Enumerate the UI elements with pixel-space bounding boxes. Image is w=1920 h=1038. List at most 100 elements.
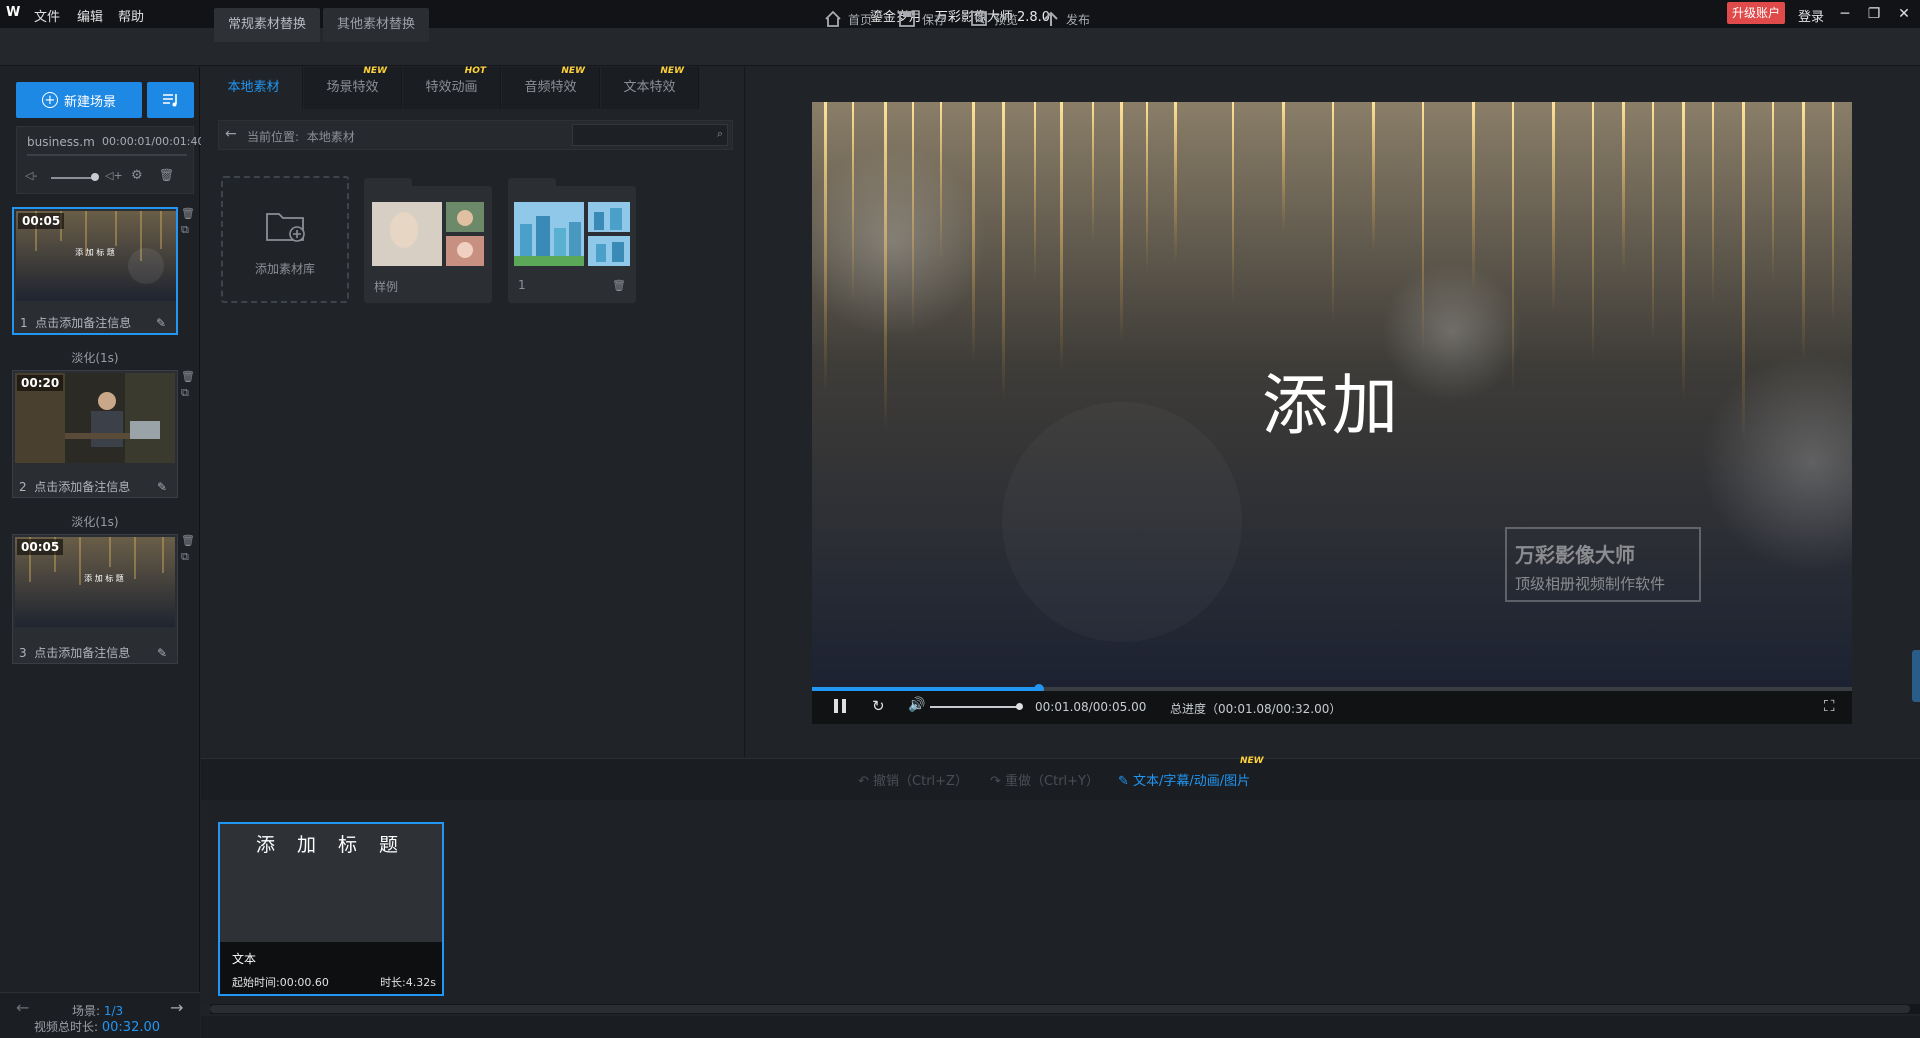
preview-icon [971,11,987,26]
media-tabs: 本地素材 场景特效 NEW 特效动画 HOT 音频特效 NEW 文本特效 NEW [205,66,743,109]
volume-down-icon[interactable]: ◁- [25,169,37,182]
scene-duration-2: 00:20 [17,375,64,391]
publish-label: 发布 [1066,12,1091,27]
preview-button[interactable]: 预览 [970,10,1018,28]
folder-sample-thumbnail [372,202,484,266]
folder-1[interactable]: 1 🗑 [508,178,636,303]
bottom-strip [201,1016,1920,1038]
music-volume-slider[interactable] [51,177,95,179]
delete-scene-icon[interactable]: 🗑 [181,370,195,383]
undo-label: 撤销（Ctrl+Z） [873,774,968,789]
horizontal-scrollbar-thumb[interactable] [210,1005,1910,1013]
tab-local-media-label: 本地素材 [227,80,280,95]
copy-scene-icon[interactable]: ⧉ [181,550,193,563]
volume-up-icon[interactable]: ◁+ [105,169,123,182]
edit-note-icon[interactable]: ✎ [157,480,171,494]
search-icon[interactable]: ⌕ [717,127,723,141]
back-arrow-icon[interactable]: ← [225,126,237,142]
scene-card-2[interactable]: 00:20 2 点击添加备注信息 ✎ [12,370,178,498]
copy-scene-icon[interactable]: ⧉ [181,223,193,236]
scene-index-1: 1 [20,316,28,330]
menu-help[interactable]: 帮助 [118,6,144,25]
folder-1-thumbnail [514,202,630,266]
tab-effect-animations[interactable]: 特效动画 HOT [403,66,501,109]
scene-note-2[interactable]: 2 点击添加备注信息 [19,478,130,495]
replay-icon[interactable]: ↻ [872,697,885,715]
volume-icon[interactable]: 🔊 [908,697,925,713]
pause-icon[interactable] [834,699,838,713]
media-search-input[interactable]: ⌕ [572,124,728,146]
pause-icon-bar[interactable] [842,699,846,713]
prev-scene-arrow-icon[interactable]: ← [16,998,29,1017]
scene-card-3[interactable]: 添 加 标 题 00:05 3 点击添加备注信息 ✎ [12,534,178,664]
scene-index-2: 2 [19,480,27,494]
save-button[interactable]: 保存 [898,10,946,28]
new-badge: NEW [660,66,684,76]
new-scene-button[interactable]: + 新建场景 [16,82,142,118]
player-volume-slider[interactable] [930,706,1020,708]
folder-tab [364,178,412,188]
tab-local-media[interactable]: 本地素材 [205,67,303,109]
add-library-tile[interactable]: 添加素材库 [221,176,349,303]
edit-note-icon[interactable]: ✎ [156,316,170,330]
side-drawer-handle[interactable] [1912,650,1920,702]
save-label: 保存 [922,12,947,27]
music-volume-knob[interactable] [91,173,99,181]
close-icon[interactable]: ✕ [1892,2,1916,26]
text-element-type: 文本 [232,952,257,966]
scene-music-list-button[interactable] [147,82,194,118]
tab-audio-effects[interactable]: 音频特效 NEW [502,66,600,109]
tab-regular-replace[interactable]: 常规素材替换 [214,8,321,42]
location-label: 当前位置: [247,130,300,144]
scene-counter-value: 1/3 [103,1004,124,1018]
scene-duration-3: 00:05 [17,539,64,555]
restore-icon[interactable]: ❐ [1862,2,1886,26]
player-volume-knob[interactable] [1016,703,1023,710]
menu-file[interactable]: 文件 [34,6,60,25]
new-badge: NEW [1240,756,1264,766]
menu-edit[interactable]: 编辑 [77,6,103,25]
tab-text-effects[interactable]: 文本特效 NEW [601,66,699,109]
publish-button[interactable]: 发布 [1042,10,1090,28]
tab-other-replace[interactable]: 其他素材替换 [323,8,430,42]
minimize-icon[interactable]: ─ [1833,2,1857,26]
scene-note-3[interactable]: 3 点击添加备注信息 [19,644,130,661]
save-icon [899,11,915,27]
video-overlay-text[interactable]: 添加 [812,352,1852,448]
transition-label-1[interactable]: 淡化(1s) [12,349,178,366]
text-element-item[interactable]: 添 加 标 题 文本 起始时间:00:00.60 时长:4.32s [218,822,444,996]
tab-text-effects-label: 文本特效 [623,80,676,95]
fullscreen-icon[interactable]: ⛶ [1824,697,1835,715]
undo-button[interactable]: ↶ 撤销（Ctrl+Z） [858,770,968,789]
home-button[interactable]: 首页 [824,10,872,28]
scene-counter-label: 场景: [72,1004,101,1018]
upgrade-account-button[interactable]: 升级账户 [1727,2,1786,24]
total-duration: 视频总时长: 00:32.00 [34,1018,160,1035]
login-link[interactable]: 登录 [1798,6,1824,25]
scene-thumb-text-3: 添 加 标 题 [84,574,124,583]
next-scene-arrow-icon[interactable]: → [170,998,183,1017]
new-badge: NEW [561,66,585,76]
media-panel [201,67,745,757]
home-icon [825,10,841,27]
edit-note-icon[interactable]: ✎ [157,646,171,660]
scene-note-1[interactable]: 1 点击添加备注信息 [20,314,131,331]
text-element-duration: 时长:4.32s [380,976,436,989]
delete-scene-icon[interactable]: 🗑 [181,207,195,220]
video-preview[interactable]: 添加 万彩影像大师 顶级相册视频制作软件 [812,102,1852,687]
watermark-title: 万彩影像大师 [1515,543,1635,567]
folder-tab [508,178,556,188]
settings-gear-icon[interactable]: ⚙ [131,168,143,183]
folder-sample[interactable]: 样例 [364,178,492,303]
copy-scene-icon[interactable]: ⧉ [181,386,193,399]
background-music-box: business.m 00:00:01/00:01:40 ◁- ◁+ ⚙ 🗑 [16,126,205,194]
add-text-tool-button[interactable]: ✎ 文本/字幕/动画/图片 [1118,770,1250,789]
scene-card-1[interactable]: 添 加 标 题 00:05 1 点击添加备注信息 ✎ [12,207,178,335]
transition-label-2[interactable]: 淡化(1s) [12,513,178,530]
redo-button[interactable]: ↷ 重做（Ctrl+Y） [990,770,1099,789]
music-progress-track[interactable] [27,154,187,156]
delete-scene-icon[interactable]: 🗑 [181,534,195,547]
tab-scene-effects[interactable]: 场景特效 NEW [304,66,402,109]
delete-folder-icon[interactable]: 🗑 [612,279,626,292]
delete-music-icon[interactable]: 🗑 [159,168,174,182]
